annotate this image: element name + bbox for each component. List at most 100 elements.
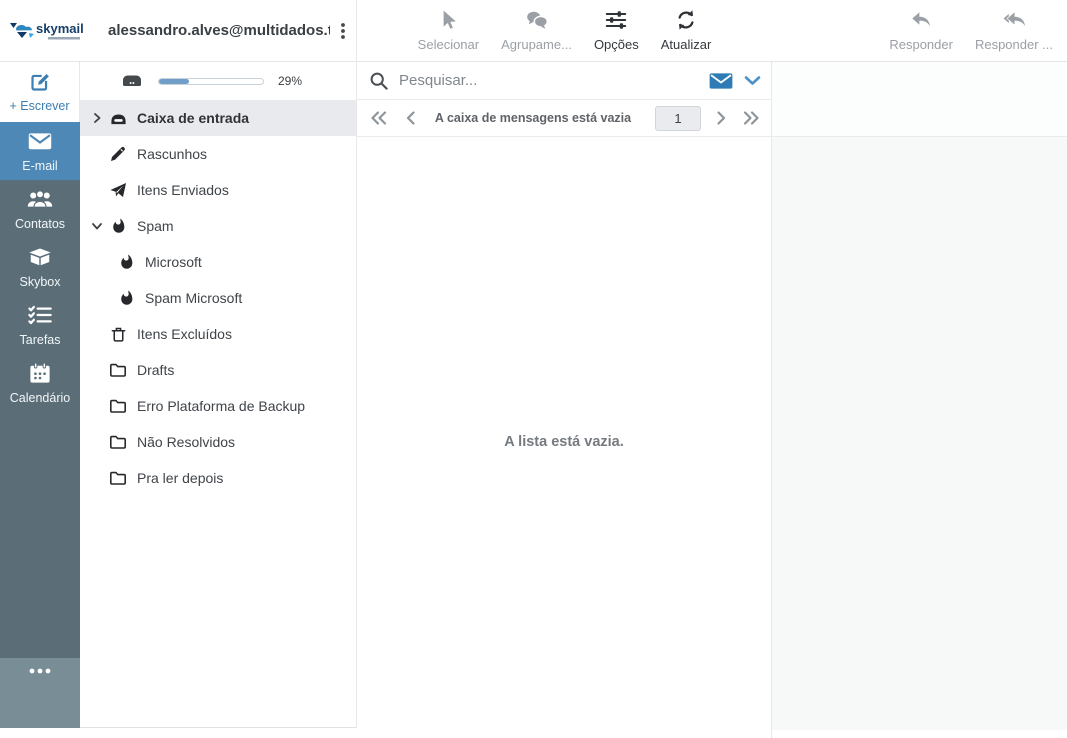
folder-icon (108, 398, 128, 414)
reading-pane-header (772, 62, 1067, 137)
folder-icon (108, 362, 128, 378)
reply-button-label: Responder (889, 37, 953, 52)
folder-drafts[interactable]: Drafts (80, 352, 356, 388)
compose-button[interactable]: + Escrever (0, 62, 80, 122)
rail-item-tasks[interactable]: Tarefas (0, 296, 80, 354)
skymail-logo-icon: skymail (10, 21, 84, 39)
search-bar (357, 62, 771, 100)
send-icon (108, 181, 128, 199)
rail-item-skybox[interactable]: Skybox (0, 238, 80, 296)
folder-nao-resolvidos[interactable]: Não Resolvidos (80, 424, 356, 460)
first-page-icon[interactable] (369, 110, 388, 126)
svg-text:skymail: skymail (36, 21, 84, 36)
nav-rail: + Escrever E-mail Contatos Skybox Tarefa… (0, 62, 80, 738)
storage-progress-bar (158, 77, 264, 85)
folder-label: Drafts (137, 362, 175, 378)
storage-indicator: 29% (80, 62, 356, 100)
rail-item-label: Calendário (9, 390, 71, 405)
sliders-icon (604, 9, 628, 34)
pager-status: A caixa de mensagens está vazia (434, 111, 632, 125)
trash-icon (108, 325, 128, 343)
folder-sent[interactable]: Itens Enviados (80, 172, 356, 208)
fire-icon (116, 289, 136, 307)
next-page-icon[interactable] (715, 110, 728, 126)
folder-spam[interactable]: Spam (80, 208, 356, 244)
refresh-button-label: Atualizar (660, 37, 712, 52)
rail-item-label: Skybox (19, 274, 61, 289)
reply-icon (909, 9, 933, 34)
page-number-input[interactable] (655, 105, 701, 131)
toolbar: Selecionar Agrupame... Opções Atualizar (357, 0, 772, 61)
group-button-label: Agrupame... (501, 37, 572, 52)
brand-area: skymail alessandro.alves@multidados.tech (0, 0, 357, 61)
folder-panel: 29% Caixa de entrada Rascunhos Itens Env… (80, 62, 357, 728)
folder-drafts-rascunhos[interactable]: Rascunhos (80, 136, 356, 172)
folder-label: Itens Excluídos (137, 326, 232, 342)
chat-bubbles-icon (525, 9, 549, 34)
cursor-icon (437, 9, 459, 34)
folder-spam-spam-microsoft[interactable]: Spam Microsoft (80, 280, 356, 316)
chevron-down-icon[interactable] (744, 75, 761, 87)
calendar-icon (28, 362, 52, 387)
compose-icon (29, 71, 51, 96)
folder-label: Spam Microsoft (145, 290, 243, 306)
last-page-icon[interactable] (742, 110, 761, 126)
folder-label: Microsoft (145, 254, 202, 270)
skymail-app: skymail alessandro.alves@multidados.tech… (0, 0, 1067, 738)
reply-all-button[interactable]: Responder ... (973, 9, 1055, 52)
envelope-icon[interactable] (708, 71, 734, 91)
folder-inbox[interactable]: Caixa de entrada (80, 100, 356, 136)
folder-trash[interactable]: Itens Excluídos (80, 316, 356, 352)
chevron-down-icon[interactable] (90, 219, 108, 233)
rail-item-email[interactable]: E-mail (0, 122, 80, 180)
folder-icon (108, 434, 128, 450)
pager: A caixa de mensagens está vazia (357, 100, 771, 137)
folder-label: Spam (137, 218, 174, 234)
box-icon (27, 246, 53, 271)
skymail-logo: skymail (8, 16, 108, 46)
tasks-icon (27, 304, 53, 329)
folder-icon (108, 470, 128, 486)
options-button-label: Opções (593, 37, 639, 52)
rail-spacer (0, 412, 80, 658)
reply-all-button-label: Responder ... (974, 37, 1053, 52)
empty-list-message: A lista está vazia. (504, 434, 624, 450)
folder-label: Erro Plataforma de Backup (137, 398, 306, 414)
toolbar-right: Responder Responder ... (772, 0, 1067, 61)
refresh-button[interactable]: Atualizar (659, 9, 714, 52)
people-icon (26, 188, 54, 213)
inbox-icon (108, 110, 128, 127)
hard-drive-icon (123, 75, 141, 86)
rail-item-calendar[interactable]: Calendário (0, 354, 80, 412)
magnifier-icon (370, 72, 388, 90)
folder-label: Caixa de entrada (137, 110, 250, 126)
pencil-icon (108, 145, 128, 163)
envelope-icon (27, 130, 53, 155)
fire-icon (116, 253, 136, 271)
prev-page-icon[interactable] (404, 110, 417, 126)
chevron-right-icon[interactable] (90, 111, 108, 125)
folder-label: Pra ler depois (137, 470, 224, 486)
options-button[interactable]: Opções (592, 9, 641, 52)
rail-more-button[interactable] (0, 658, 80, 728)
select-button-label: Selecionar (417, 37, 480, 52)
folder-pra-ler-depois[interactable]: Pra ler depois (80, 460, 356, 496)
reply-button[interactable]: Responder (887, 9, 955, 52)
group-button[interactable]: Agrupame... (499, 9, 574, 52)
storage-percent-label: 29% (278, 74, 303, 88)
ellipsis-icon (29, 668, 51, 674)
kebab-menu-icon[interactable] (330, 21, 356, 41)
rail-item-label: Tarefas (19, 332, 61, 347)
select-button[interactable]: Selecionar (416, 9, 481, 52)
folder-spam-microsoft[interactable]: Microsoft (80, 244, 356, 280)
header: skymail alessandro.alves@multidados.tech… (0, 0, 1067, 62)
search-input[interactable] (399, 72, 708, 89)
folder-label: Itens Enviados (137, 182, 229, 198)
rail-item-label: Contatos (14, 216, 66, 231)
rail-item-contacts[interactable]: Contatos (0, 180, 80, 238)
folder-erro-plataforma[interactable]: Erro Plataforma de Backup (80, 388, 356, 424)
reading-pane (772, 62, 1067, 738)
account-email: alessandro.alves@multidados.tech (108, 22, 330, 39)
fire-icon (108, 217, 128, 235)
folder-label: Rascunhos (137, 146, 208, 162)
